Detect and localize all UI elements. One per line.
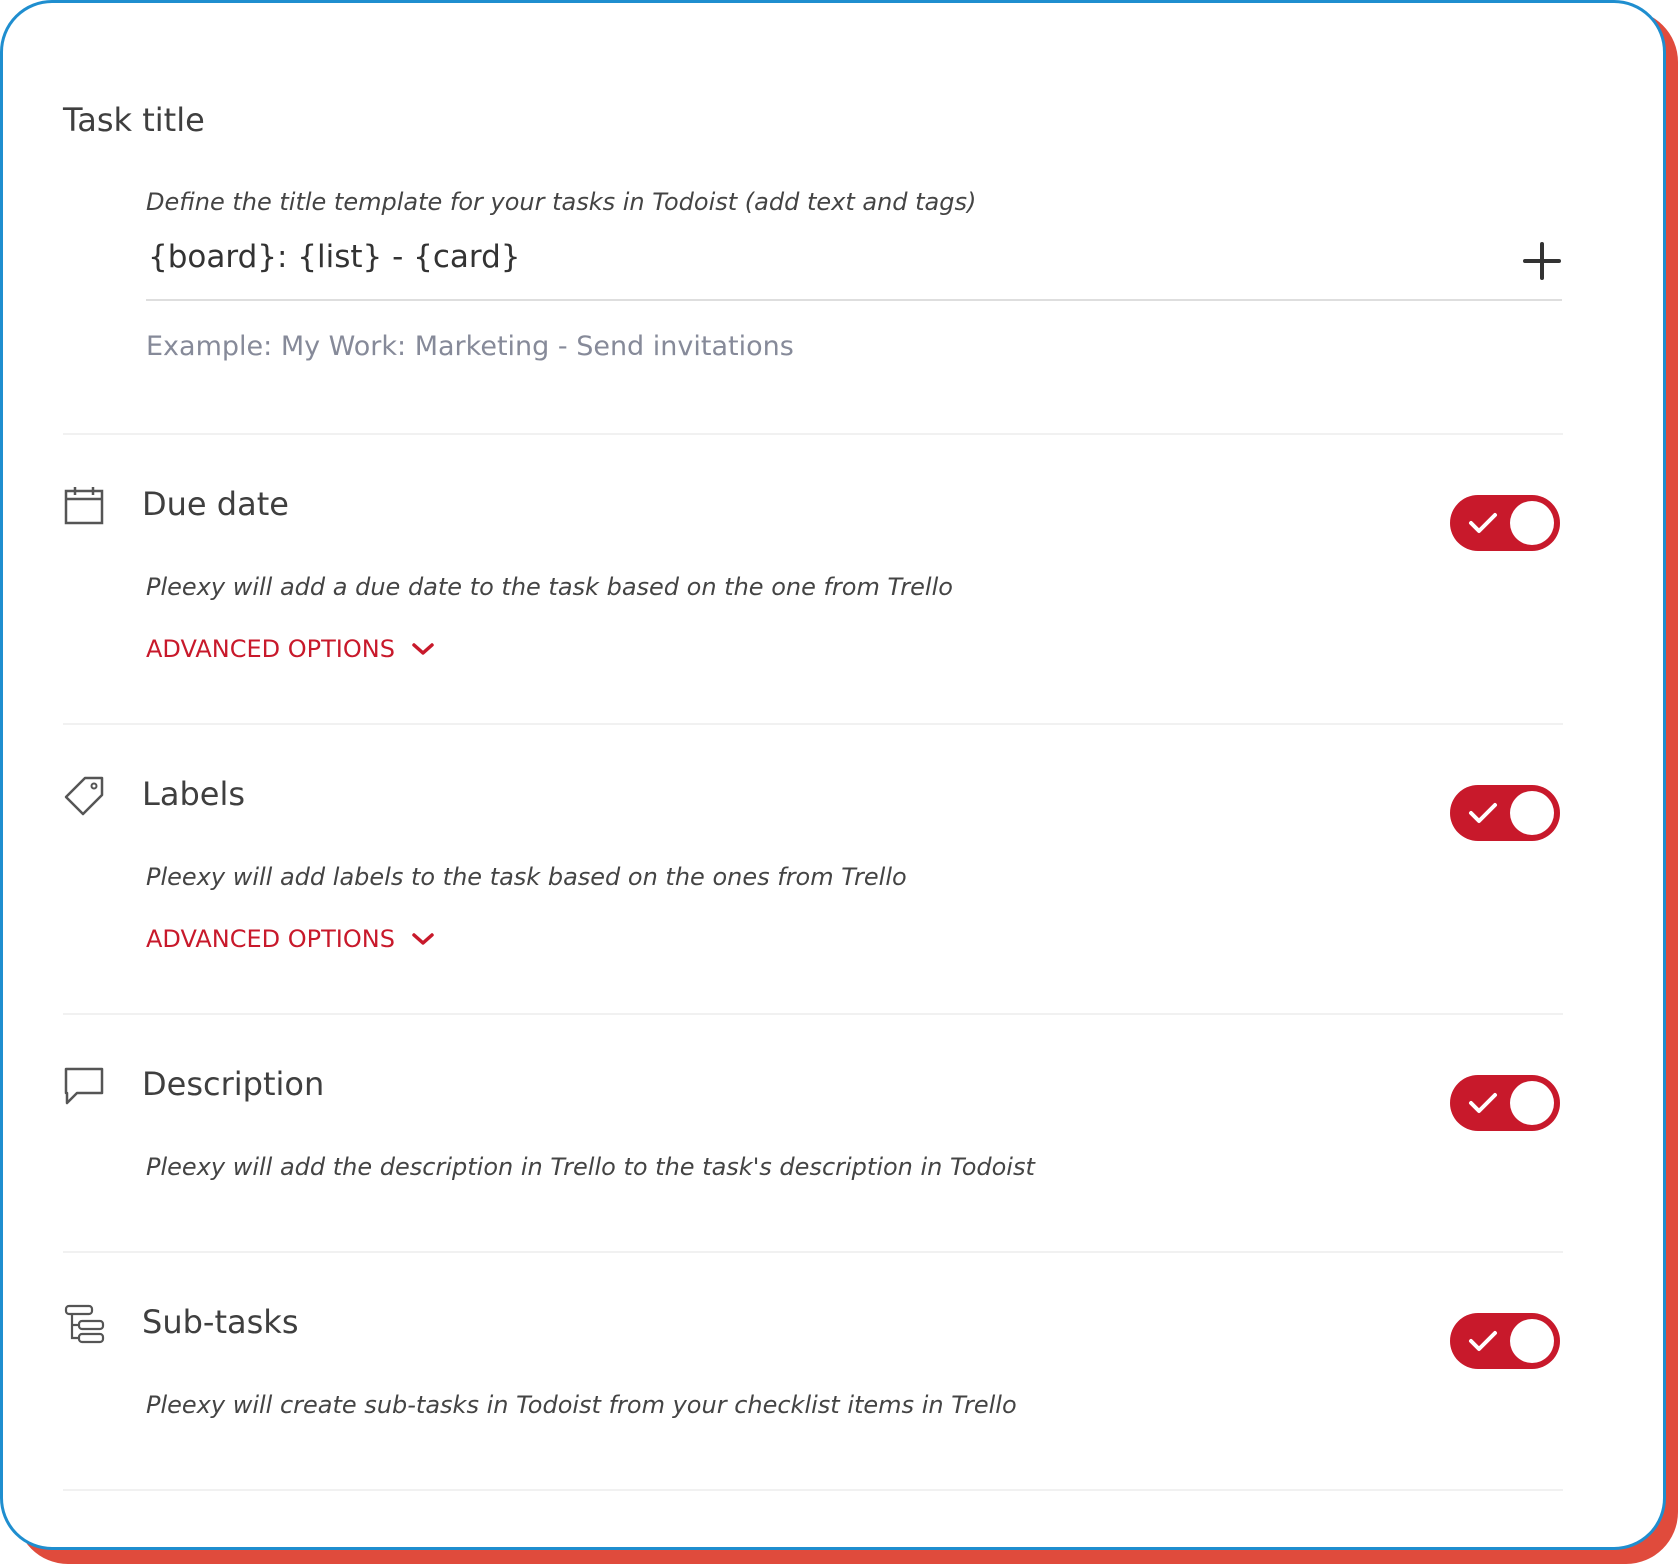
due-date-description: Pleexy will add a due date to the task b… bbox=[146, 573, 953, 601]
description-title: Description bbox=[142, 1065, 325, 1103]
template-example: Example: My Work: Marketing - Send invit… bbox=[146, 331, 794, 362]
task-title-heading: Task title bbox=[63, 101, 205, 139]
labels-advanced-options[interactable]: ADVANCED OPTIONS bbox=[146, 925, 435, 953]
plus-icon[interactable] bbox=[1522, 241, 1562, 281]
description-toggle[interactable] bbox=[1450, 1075, 1560, 1131]
due-date-advanced-options[interactable]: ADVANCED OPTIONS bbox=[146, 635, 435, 663]
due-date-title: Due date bbox=[142, 485, 289, 523]
toggle-knob bbox=[1510, 501, 1554, 545]
check-icon bbox=[1469, 1093, 1497, 1113]
due-date-toggle[interactable] bbox=[1450, 495, 1560, 551]
divider bbox=[63, 723, 1563, 725]
speech-bubble-icon bbox=[64, 1067, 104, 1105]
toggle-knob bbox=[1510, 1081, 1554, 1125]
divider bbox=[63, 433, 1563, 435]
labels-title: Labels bbox=[142, 775, 245, 813]
title-template-value[interactable]: {board}: {list} - {card} bbox=[148, 239, 521, 275]
template-hint: Define the title template for your tasks… bbox=[146, 188, 977, 216]
toggle-knob bbox=[1510, 1319, 1554, 1363]
chevron-down-icon bbox=[412, 643, 434, 655]
chevron-down-icon bbox=[412, 933, 434, 945]
check-icon bbox=[1469, 803, 1497, 823]
subtasks-description: Pleexy will create sub-tasks in Todoist … bbox=[146, 1391, 1017, 1419]
advanced-options-label: ADVANCED OPTIONS bbox=[146, 925, 395, 953]
description-description: Pleexy will add the description in Trell… bbox=[146, 1153, 1035, 1181]
check-icon bbox=[1469, 513, 1497, 533]
check-icon bbox=[1469, 1331, 1497, 1351]
settings-card: Task title Define the title template for… bbox=[0, 0, 1666, 1550]
advanced-options-label: ADVANCED OPTIONS bbox=[146, 635, 395, 663]
divider bbox=[63, 1489, 1563, 1491]
toggle-knob bbox=[1510, 791, 1554, 835]
divider bbox=[63, 1013, 1563, 1015]
divider bbox=[63, 1251, 1563, 1253]
subtasks-icon bbox=[64, 1304, 105, 1344]
tag-icon bbox=[64, 776, 104, 816]
subtasks-title: Sub-tasks bbox=[142, 1303, 299, 1341]
labels-description: Pleexy will add labels to the task based… bbox=[146, 863, 907, 891]
labels-toggle[interactable] bbox=[1450, 785, 1560, 841]
subtasks-toggle[interactable] bbox=[1450, 1313, 1560, 1369]
calendar-icon bbox=[64, 487, 104, 525]
title-template-input[interactable]: {board}: {list} - {card} bbox=[146, 235, 1562, 301]
